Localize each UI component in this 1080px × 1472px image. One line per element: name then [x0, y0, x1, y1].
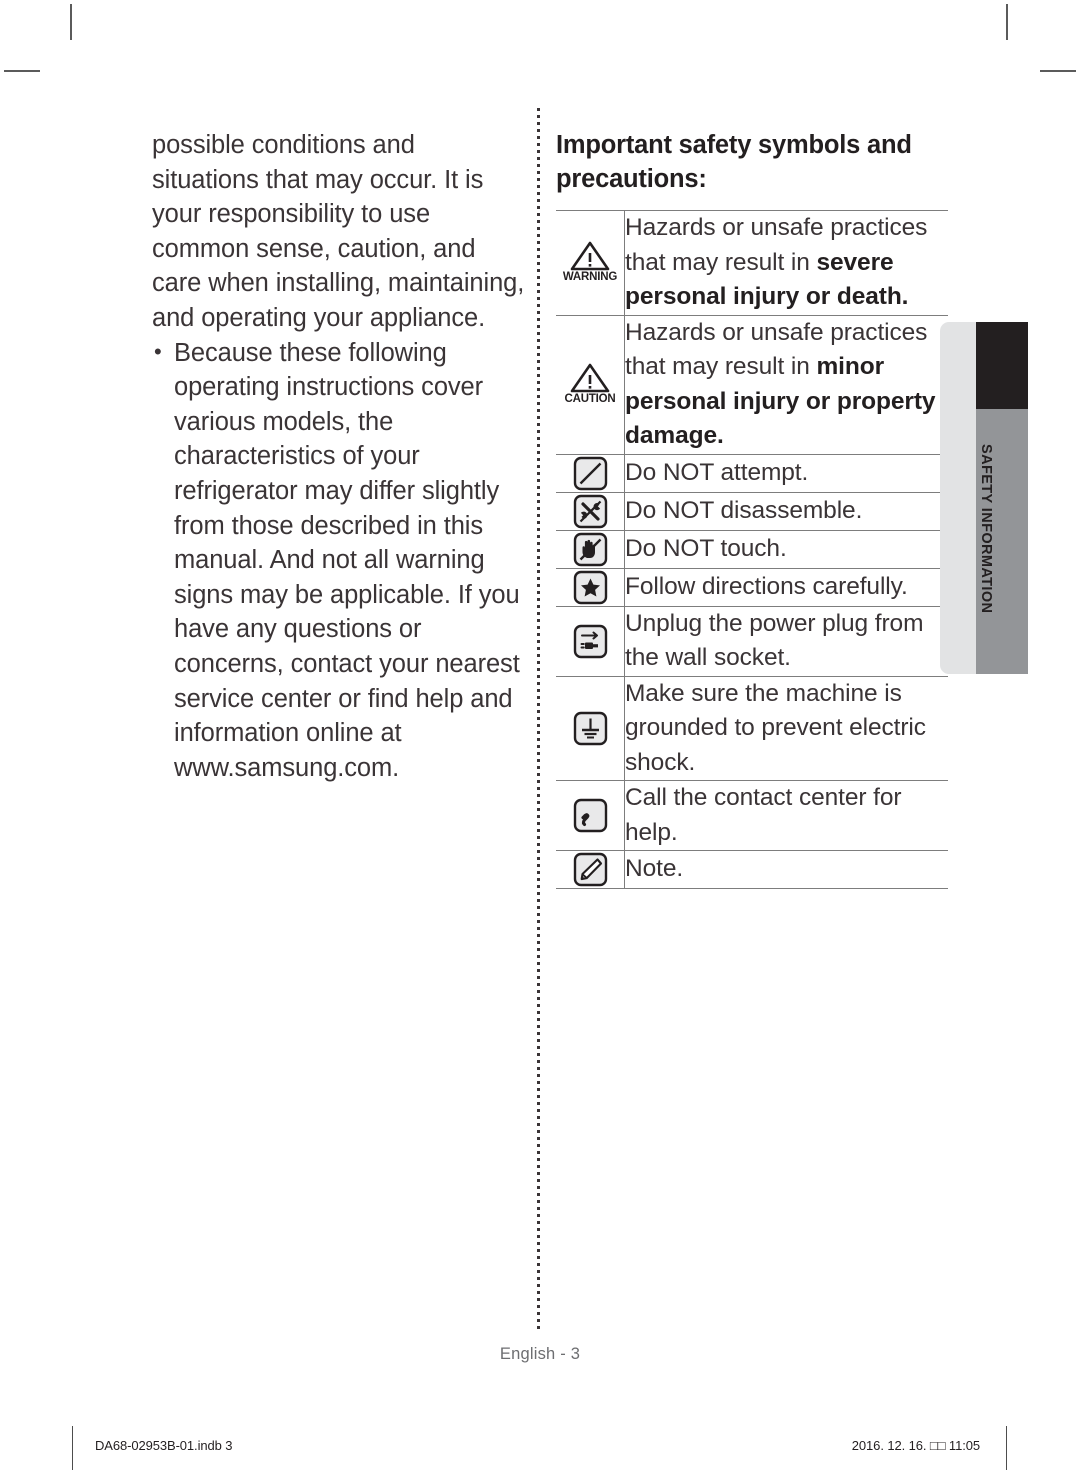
paragraph-intro: possible conditions and situations that …	[152, 131, 525, 332]
side-tab-label: SAFETY INFORMATION	[978, 444, 994, 614]
table-row: Do NOT touch.	[556, 529, 948, 569]
row-text: Unplug the power plug from the wall sock…	[624, 605, 948, 677]
ground-earth-icon	[573, 711, 607, 745]
left-text-column: possible conditions and situations that …	[152, 128, 527, 785]
row-text: Hazards or unsafe practices that may res…	[624, 314, 948, 455]
do-not-attempt-icon	[573, 456, 607, 490]
warning-icon-label: WARNING	[562, 270, 618, 283]
icon-cell	[556, 675, 625, 781]
do-not-disassemble-icon	[573, 494, 607, 528]
do-not-touch-icon	[573, 532, 607, 566]
crop-mark-top-right-horizontal	[1040, 70, 1076, 72]
unplug-power-plug-icon	[573, 624, 607, 658]
telephone-handset-icon	[573, 798, 607, 833]
crop-mark-top-right-vertical	[1006, 4, 1008, 40]
icon-cell	[556, 605, 625, 677]
icon-cell	[556, 780, 625, 851]
caution-icon-label: CAUTION	[564, 392, 616, 405]
print-timestamp: 2016. 12. 16. □□ 11:05	[851, 1438, 980, 1453]
table-row: Unplug the power plug from the wall sock…	[556, 605, 948, 677]
indb-file-name: DA68-02953B-01.indb 3	[95, 1438, 233, 1453]
page-number-footer: English - 3	[499, 1345, 581, 1363]
crop-mark-top-left-vertical	[70, 4, 72, 40]
warning-triangle-icon: WARNING	[563, 241, 617, 284]
row-text: Do NOT attempt.	[624, 453, 948, 493]
table-row: Call the contact center for help.	[556, 780, 948, 851]
table-row: Do NOT disassemble.	[556, 491, 948, 531]
table-row: Follow directions carefully.	[556, 567, 948, 607]
follow-directions-star-icon	[573, 570, 607, 604]
row-text: Call the contact center for help.	[624, 780, 948, 851]
icon-cell	[556, 850, 625, 889]
print-rule-right	[1006, 1426, 1008, 1470]
column-divider	[537, 108, 540, 1330]
icon-cell	[556, 529, 625, 569]
section-heading: Important safety symbols and precautions…	[556, 131, 912, 193]
icon-cell	[556, 453, 625, 493]
crop-mark-top-left-horizontal	[4, 70, 40, 72]
print-metadata-footer: DA68-02953B-01.indb 3 2016. 12. 16. □□ 1…	[0, 1426, 1080, 1470]
icon-cell	[556, 567, 625, 607]
table-row: CAUTION Hazards or unsafe practices that…	[556, 314, 948, 455]
table-row: Do NOT attempt.	[556, 453, 948, 493]
manual-page: possible conditions and situations that …	[0, 0, 1080, 1472]
icon-cell: CAUTION	[556, 314, 625, 455]
row-text: Do NOT disassemble.	[624, 491, 948, 531]
print-rule-left	[72, 1426, 74, 1470]
safety-symbols-table: WARNING Hazards or unsafe practices that…	[556, 210, 948, 889]
table-row: Note.	[556, 850, 948, 889]
row-text: Make sure the machine is grounded to pre…	[624, 675, 948, 781]
icon-cell	[556, 491, 625, 531]
row-text: Note.	[624, 850, 948, 889]
icon-cell: WARNING	[556, 210, 625, 316]
row-text: Do NOT touch.	[624, 529, 948, 569]
table-row: Make sure the machine is grounded to pre…	[556, 675, 948, 781]
row-text: Hazards or unsafe practices that may res…	[624, 210, 948, 316]
paragraph-models-bullet: Because these following operating instru…	[152, 335, 527, 786]
row-text: Follow directions carefully.	[624, 567, 948, 607]
caution-triangle-icon: CAUTION	[565, 363, 616, 406]
note-pencil-icon	[573, 852, 607, 887]
table-row: WARNING Hazards or unsafe practices that…	[556, 210, 948, 316]
right-content-column: Important safety symbols and precautions…	[556, 128, 948, 889]
section-side-tab: SAFETY INFORMATION	[940, 322, 1028, 674]
